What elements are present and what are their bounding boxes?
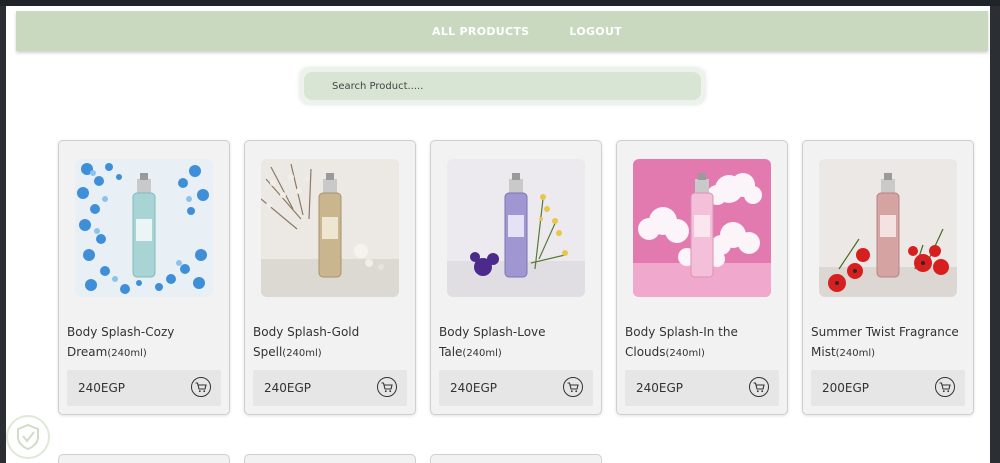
- product-price: 240EGP: [78, 381, 126, 395]
- product-card[interactable]: Body Splash-Gold Spell(240ml) 240EGP: [244, 140, 416, 415]
- nav-logout[interactable]: LOGOUT: [569, 25, 622, 38]
- price-bar: 240EGP: [253, 370, 407, 406]
- product-card-partial[interactable]: [430, 454, 602, 463]
- product-price: 200EGP: [822, 381, 870, 395]
- price-bar: 200EGP: [811, 370, 965, 406]
- product-card[interactable]: Body Splash-Love Tale(240ml) 240EGP: [430, 140, 602, 415]
- product-size: (240ml): [282, 348, 322, 359]
- cart-icon: [381, 381, 393, 392]
- search-container: [299, 67, 706, 105]
- cart-icon: [939, 381, 951, 392]
- product-title: Body Splash-Love Tale(240ml): [439, 322, 599, 364]
- shield-logo-watermark: [6, 415, 50, 459]
- product-title: Body Splash-In the Clouds(240ml): [625, 322, 785, 364]
- price-bar: 240EGP: [625, 370, 779, 406]
- product-name: Summer Twist Fragrance Mist: [811, 325, 959, 359]
- product-card[interactable]: Body Splash-Cozy Dream(240ml) 240EGP: [58, 140, 230, 415]
- add-to-cart-button[interactable]: [563, 377, 583, 397]
- product-image[interactable]: [447, 159, 585, 297]
- add-to-cart-button[interactable]: [935, 377, 955, 397]
- product-title: Body Splash-Cozy Dream(240ml): [67, 322, 227, 364]
- cart-icon: [567, 381, 579, 392]
- product-card[interactable]: Summer Twist Fragrance Mist(240ml) 200EG…: [802, 140, 974, 415]
- product-price: 240EGP: [450, 381, 498, 395]
- add-to-cart-button[interactable]: [191, 377, 211, 397]
- product-title: Summer Twist Fragrance Mist(240ml): [811, 322, 971, 364]
- page-viewport: ALL PRODUCTS LOGOUT Search Product..... …: [0, 6, 1000, 463]
- product-size: (240ml): [462, 348, 502, 359]
- product-card-partial[interactable]: [244, 454, 416, 463]
- cart-icon: [753, 381, 765, 392]
- price-bar: 240EGP: [439, 370, 593, 406]
- product-size: (240ml): [665, 348, 705, 359]
- search-input[interactable]: [304, 72, 701, 100]
- product-image[interactable]: [633, 159, 771, 297]
- product-card-partial[interactable]: [58, 454, 230, 463]
- scrollbar[interactable]: [990, 6, 1000, 463]
- price-bar: 240EGP: [67, 370, 221, 406]
- product-image[interactable]: [819, 159, 957, 297]
- cart-icon: [195, 381, 207, 392]
- left-edge-bar: [0, 6, 6, 463]
- product-card[interactable]: Body Splash-In the Clouds(240ml) 240EGP: [616, 140, 788, 415]
- product-size: (240ml): [835, 348, 876, 359]
- product-size: (240ml): [107, 348, 147, 359]
- add-to-cart-button[interactable]: [377, 377, 397, 397]
- shield-icon: [17, 423, 39, 451]
- product-image[interactable]: [261, 159, 399, 297]
- top-navbar: ALL PRODUCTS LOGOUT: [16, 11, 988, 51]
- product-price: 240EGP: [264, 381, 312, 395]
- add-to-cart-button[interactable]: [749, 377, 769, 397]
- product-title: Body Splash-Gold Spell(240ml): [253, 322, 413, 364]
- product-image[interactable]: [75, 159, 213, 297]
- product-price: 240EGP: [636, 381, 684, 395]
- nav-all-products[interactable]: ALL PRODUCTS: [432, 25, 529, 38]
